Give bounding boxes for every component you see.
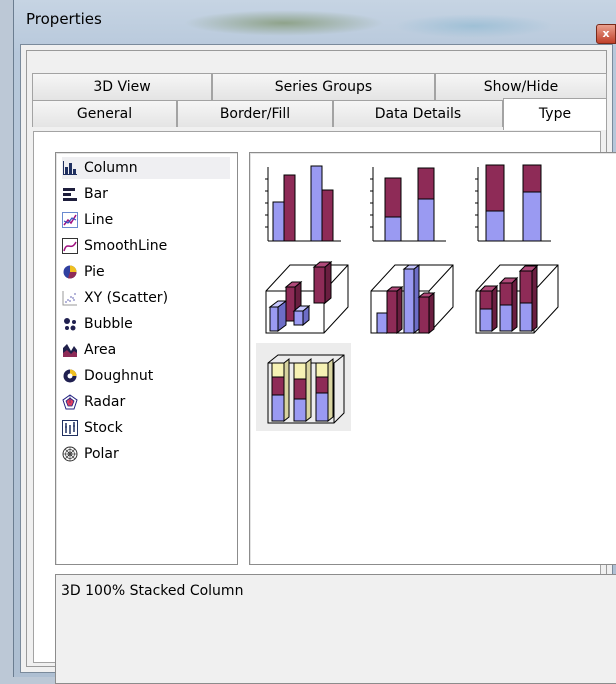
chart-type-label: XY (Scatter): [84, 290, 169, 306]
subtype-description: 3D 100% Stacked Column: [61, 583, 244, 599]
chart-type-bar[interactable]: Bar: [62, 183, 230, 205]
chart-type-label: Radar: [84, 394, 126, 410]
subtype-stacked-column[interactable]: [361, 159, 456, 247]
tab-show-hide[interactable]: Show/Hide: [435, 73, 607, 100]
type-tab-panel: Column Bar Line SmoothLine Pie XY (Scatt…: [33, 131, 616, 684]
chart-type-label: Bar: [84, 186, 108, 202]
subtype-3d-clustered-column[interactable]: [361, 251, 456, 339]
100-stacked-column-icon: [475, 164, 551, 242]
polar-chart-icon: [62, 446, 78, 462]
line-chart-icon: [62, 212, 78, 228]
chart-type-xy-scatter[interactable]: XY (Scatter): [62, 287, 230, 309]
3d-100-stacked-column-icon: [267, 354, 345, 424]
area-chart-icon: [63, 344, 77, 357]
chart-subtype-gallery[interactable]: [249, 152, 616, 565]
tab-type[interactable]: Type: [503, 98, 607, 130]
chart-type-label: Stock: [84, 420, 123, 436]
tab-series-groups[interactable]: Series Groups: [212, 73, 435, 100]
bar-chart-icon: [63, 188, 77, 201]
subtype-3d-column[interactable]: [256, 251, 351, 339]
radar-chart-icon: [62, 394, 78, 410]
chart-type-doughnut[interactable]: Doughnut: [62, 365, 230, 387]
chart-type-polar[interactable]: Polar: [62, 443, 230, 465]
doughnut-chart-icon: [63, 369, 77, 383]
chart-type-label: SmoothLine: [84, 238, 168, 254]
3d-stacked-column-icon: [475, 264, 559, 334]
pie-chart-icon: [63, 265, 77, 279]
scatter-chart-icon: [62, 291, 77, 306]
chart-type-smoothline[interactable]: SmoothLine: [62, 235, 230, 257]
subtype-3d-stacked-column[interactable]: [466, 251, 561, 339]
chart-type-label: Polar: [84, 446, 119, 462]
title-bar[interactable]: Properties x: [14, 0, 616, 44]
chart-type-column[interactable]: Column: [62, 157, 230, 179]
chart-type-label: Doughnut: [84, 368, 154, 384]
stacked-column-icon: [370, 167, 446, 242]
chart-type-pie[interactable]: Pie: [62, 261, 230, 283]
dialog-client-area: 3D View Series Groups Show/Hide General …: [20, 44, 616, 684]
tab-general[interactable]: General: [32, 100, 177, 127]
subtype-description-box: 3D 100% Stacked Column: [55, 574, 616, 684]
subtype-100-stacked-column[interactable]: [466, 159, 561, 247]
stock-chart-icon: [62, 420, 78, 436]
dialog-inner-frame: 3D View Series Groups Show/Hide General …: [26, 50, 616, 684]
window-title: Properties: [26, 10, 102, 28]
subtype-3d-100-stacked-column[interactable]: [256, 343, 351, 431]
3d-column-icon: [265, 260, 349, 334]
tab-border-fill[interactable]: Border/Fill: [177, 100, 333, 127]
clustered-column-icon: [265, 165, 341, 242]
subtype-clustered-column[interactable]: [256, 159, 351, 247]
bubble-chart-icon: [64, 318, 76, 331]
title-bar-glass: [394, 14, 554, 38]
chart-type-label: Area: [84, 342, 117, 358]
chart-type-line[interactable]: Line: [62, 209, 230, 231]
chart-type-label: Column: [84, 160, 138, 176]
properties-window: Properties x 3D View Series Groups Show/…: [13, 0, 616, 684]
chart-type-label: Bubble: [84, 316, 133, 332]
title-bar-glass: [184, 10, 384, 36]
smoothline-chart-icon: [62, 238, 78, 254]
tab-3d-view[interactable]: 3D View: [32, 73, 212, 100]
chart-type-bubble[interactable]: Bubble: [62, 313, 230, 335]
3d-clustered-column-icon: [370, 263, 454, 335]
chart-type-stock[interactable]: Stock: [62, 417, 230, 439]
chart-type-area[interactable]: Area: [62, 339, 230, 361]
chart-type-label: Line: [84, 212, 114, 228]
chart-type-label: Pie: [84, 264, 105, 280]
chart-type-radar[interactable]: Radar: [62, 391, 230, 413]
tab-data-details[interactable]: Data Details: [333, 100, 503, 127]
close-icon: x: [602, 27, 610, 40]
column-chart-icon: [63, 161, 77, 175]
chart-type-list[interactable]: Column Bar Line SmoothLine Pie XY (Scatt…: [55, 152, 238, 565]
close-button[interactable]: x: [596, 24, 616, 44]
